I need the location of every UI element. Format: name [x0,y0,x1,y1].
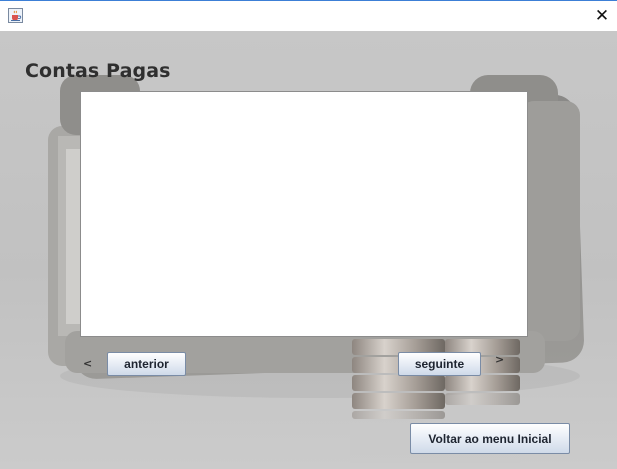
previous-button[interactable]: anterior [107,352,186,376]
back-to-main-menu-button[interactable]: Voltar ao menu Inicial [410,423,570,454]
main-panel: Contas Pagas < anterior seguinte > Volta… [0,31,617,469]
next-button[interactable]: seguinte [398,352,481,376]
close-icon: ✕ [594,6,610,26]
paid-bills-list[interactable] [80,91,528,337]
page-title: Contas Pagas [25,60,171,82]
prev-arrow-label: < [83,357,93,370]
next-arrow-label: > [495,353,505,366]
window-titlebar: ✕ [0,0,617,31]
java-cup-icon[interactable] [8,8,23,23]
close-button[interactable]: ✕ [587,1,617,31]
